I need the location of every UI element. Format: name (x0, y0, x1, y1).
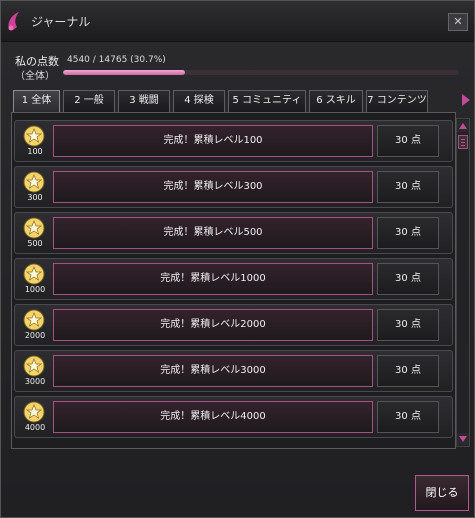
journal-logo-icon (8, 12, 19, 31)
list-scrollbar[interactable] (456, 118, 470, 447)
achievement-row[interactable]: 300 完成！累積レベル300 30 点 (14, 166, 453, 208)
star-badge-icon: 3000 (21, 355, 49, 389)
star-badge-icon: 100 (21, 125, 49, 159)
scroll-down-button[interactable] (457, 433, 469, 445)
score-progress-fill (63, 70, 185, 75)
tab-contents[interactable]: 7 コンテンツ (366, 90, 428, 112)
score-scope-label: （全体） (15, 71, 55, 82)
scroll-thumb[interactable] (458, 135, 468, 149)
tab-scroll-right-icon[interactable] (462, 94, 470, 106)
arrow-down-icon (459, 436, 467, 442)
window-title: ジャーナル (31, 15, 91, 29)
score-progress-bar (63, 70, 459, 75)
achievement-points: 30 点 (377, 355, 439, 387)
badge-level: 500 (27, 239, 43, 248)
badge-level: 3000 (24, 377, 46, 386)
badge-level: 300 (27, 193, 43, 202)
achievement-points: 30 点 (377, 401, 439, 433)
achievement-name: 完成！累積レベル3000 (53, 355, 373, 387)
achievement-name: 完成！累積レベル500 (53, 217, 373, 249)
badge-level: 1000 (24, 285, 46, 294)
achievement-name: 完成！累積レベル300 (53, 171, 373, 203)
arrow-up-icon (459, 123, 467, 129)
achievement-points: 30 点 (377, 125, 439, 157)
achievement-row[interactable]: 100 完成！累積レベル100 30 点 (14, 120, 453, 162)
achievement-points: 30 点 (377, 217, 439, 249)
tab-exploration[interactable]: 4 探検 (173, 90, 225, 112)
tab-general[interactable]: 2 一般 (63, 90, 115, 112)
achievement-name: 完成！累積レベル100 (53, 125, 373, 157)
achievement-row[interactable]: 2000 完成！累積レベル2000 30 点 (14, 304, 453, 346)
achievement-row[interactable]: 1000 完成！累積レベル1000 30 点 (14, 258, 453, 300)
window-close-button[interactable]: ✕ (448, 13, 468, 31)
star-badge-icon: 2000 (21, 309, 49, 343)
score-panel: 私の点数 （全体） 4540 / 14765 (30.7%) (9, 45, 468, 87)
star-badge-icon: 4000 (21, 401, 49, 435)
tab-community[interactable]: 5 コミュニティ (228, 90, 306, 112)
grip-line (461, 142, 465, 143)
title-bar[interactable]: ジャーナル ✕ (1, 1, 474, 42)
achievement-row[interactable]: 3000 完成！累積レベル3000 30 点 (14, 350, 453, 392)
tab-skill[interactable]: 6 スキル (309, 90, 363, 112)
achievement-row[interactable]: 4000 完成！累積レベル4000 30 点 (14, 396, 453, 438)
tab-combat[interactable]: 3 戦闘 (118, 90, 170, 112)
achievement-points: 30 点 (377, 263, 439, 295)
achievement-name: 完成！累積レベル1000 (53, 263, 373, 295)
grip-line (461, 139, 465, 140)
achievement-points: 30 点 (377, 309, 439, 341)
star-badge-icon: 500 (21, 217, 49, 251)
badge-level: 4000 (24, 423, 46, 432)
star-badge-icon: 1000 (21, 263, 49, 297)
achievement-name: 完成！累積レベル4000 (53, 401, 373, 433)
star-badge-icon: 300 (21, 171, 49, 205)
score-value: 4540 / 14765 (30.7%) (67, 55, 166, 65)
close-button[interactable]: 閉じる (415, 475, 469, 511)
grip-line (461, 145, 465, 146)
badge-level: 100 (27, 147, 43, 156)
achievement-list: 100 完成！累積レベル100 30 点 300 完成！累積レベル300 30 … (11, 112, 456, 449)
achievement-name: 完成！累積レベル2000 (53, 309, 373, 341)
badge-level: 2000 (24, 331, 46, 340)
tab-all[interactable]: 1 全体 (13, 90, 60, 112)
achievement-points: 30 点 (377, 171, 439, 203)
scroll-up-button[interactable] (457, 120, 469, 132)
achievement-row[interactable]: 500 完成！累積レベル500 30 点 (14, 212, 453, 254)
journal-window: ジャーナル ✕ 私の点数 （全体） 4540 / 14765 (30.7%) 1… (0, 0, 475, 518)
